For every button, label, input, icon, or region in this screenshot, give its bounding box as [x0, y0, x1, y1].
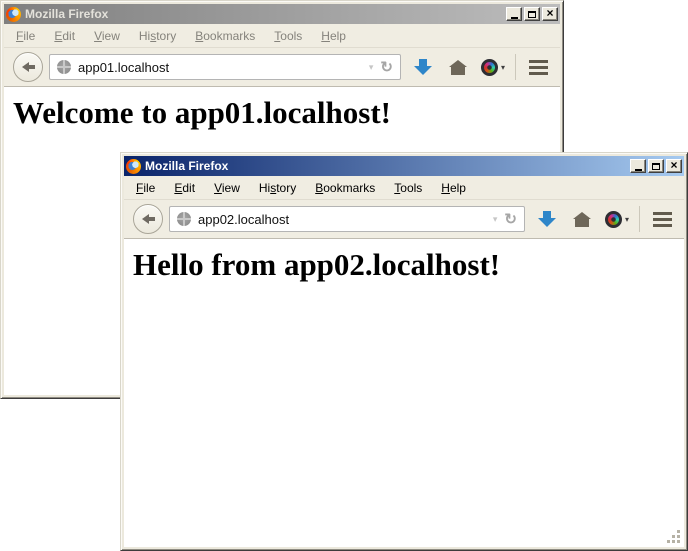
- menu-hamburger-button[interactable]: [525, 52, 551, 82]
- home-button[interactable]: [569, 204, 595, 234]
- close-icon: ×: [670, 159, 677, 171]
- urlbar-dropdown-icon[interactable]: ▾: [493, 214, 498, 225]
- extension-icon: [605, 211, 622, 228]
- hamburger-icon: [529, 60, 548, 63]
- resize-grip[interactable]: [677, 540, 680, 543]
- minimize-icon: [511, 17, 518, 19]
- extension-button[interactable]: ▾: [480, 52, 506, 82]
- titlebar[interactable]: Mozilla Firefox ×: [4, 4, 560, 24]
- maximize-button[interactable]: [524, 7, 540, 21]
- download-button[interactable]: [410, 52, 436, 82]
- menu-edit[interactable]: Edit: [166, 179, 203, 197]
- urlbar-dropdown-icon[interactable]: ▾: [369, 62, 374, 73]
- menu-tools[interactable]: Tools: [266, 27, 310, 45]
- home-icon: [449, 60, 467, 75]
- url-bar[interactable]: app01.localhost ▾ ↻: [49, 54, 401, 80]
- menu-hamburger-button[interactable]: [649, 204, 675, 234]
- extension-button[interactable]: ▾: [604, 204, 630, 234]
- window-title: Mozilla Firefox: [145, 159, 228, 173]
- close-button[interactable]: ×: [666, 159, 682, 173]
- home-button[interactable]: [445, 52, 471, 82]
- extension-icon: [481, 59, 498, 76]
- close-button[interactable]: ×: [542, 7, 558, 21]
- menu-history[interactable]: History: [131, 27, 184, 45]
- toolbar-separator: [515, 54, 516, 80]
- window-controls: ×: [506, 7, 558, 21]
- site-identity-globe-icon[interactable]: [177, 212, 191, 226]
- download-icon: [538, 211, 556, 227]
- browser-window-app02[interactable]: Mozilla Firefox × File Edit View History…: [120, 152, 688, 551]
- maximize-icon: [528, 11, 536, 18]
- site-identity-globe-icon[interactable]: [57, 60, 71, 74]
- chevron-down-icon: ▾: [501, 63, 505, 72]
- titlebar[interactable]: Mozilla Firefox ×: [124, 156, 684, 176]
- menu-bar: File Edit View History Bookmarks Tools H…: [4, 24, 560, 48]
- maximize-icon: [652, 163, 660, 170]
- menu-file[interactable]: File: [8, 27, 43, 45]
- download-icon: [414, 59, 432, 75]
- back-button[interactable]: [13, 52, 43, 82]
- menu-view[interactable]: View: [206, 179, 248, 197]
- page-heading: Hello from app02.localhost!: [133, 247, 684, 283]
- menu-file[interactable]: File: [128, 179, 163, 197]
- page-heading: Welcome to app01.localhost!: [13, 95, 560, 131]
- window-controls: ×: [630, 159, 682, 173]
- menu-view[interactable]: View: [86, 27, 128, 45]
- window-title: Mozilla Firefox: [25, 7, 108, 21]
- menu-help[interactable]: Help: [313, 27, 354, 45]
- url-bar[interactable]: app02.localhost ▾ ↻: [169, 206, 525, 232]
- back-arrow-icon: [22, 62, 35, 72]
- toolbar-separator: [639, 206, 640, 232]
- menu-edit[interactable]: Edit: [46, 27, 83, 45]
- url-text[interactable]: app02.localhost: [198, 212, 486, 227]
- navigation-toolbar: app01.localhost ▾ ↻ ▾: [4, 48, 560, 87]
- menu-history[interactable]: History: [251, 179, 304, 197]
- minimize-icon: [635, 169, 642, 171]
- menu-tools[interactable]: Tools: [386, 179, 430, 197]
- reload-icon[interactable]: ↻: [504, 212, 517, 227]
- reload-icon[interactable]: ↻: [380, 60, 393, 75]
- menu-bookmarks[interactable]: Bookmarks: [187, 27, 263, 45]
- navigation-toolbar: app02.localhost ▾ ↻ ▾: [124, 200, 684, 239]
- menu-help[interactable]: Help: [433, 179, 474, 197]
- url-text[interactable]: app01.localhost: [78, 60, 362, 75]
- minimize-button[interactable]: [630, 159, 646, 173]
- chevron-down-icon: ▾: [625, 215, 629, 224]
- maximize-button[interactable]: [648, 159, 664, 173]
- back-arrow-icon: [142, 214, 155, 224]
- page-content: Hello from app02.localhost!: [124, 239, 684, 547]
- menu-bar: File Edit View History Bookmarks Tools H…: [124, 176, 684, 200]
- back-button[interactable]: [133, 204, 163, 234]
- home-icon: [573, 212, 591, 227]
- close-icon: ×: [546, 7, 553, 19]
- download-button[interactable]: [534, 204, 560, 234]
- hamburger-icon: [653, 212, 672, 215]
- firefox-icon: [6, 7, 21, 22]
- minimize-button[interactable]: [506, 7, 522, 21]
- menu-bookmarks[interactable]: Bookmarks: [307, 179, 383, 197]
- firefox-icon: [126, 159, 141, 174]
